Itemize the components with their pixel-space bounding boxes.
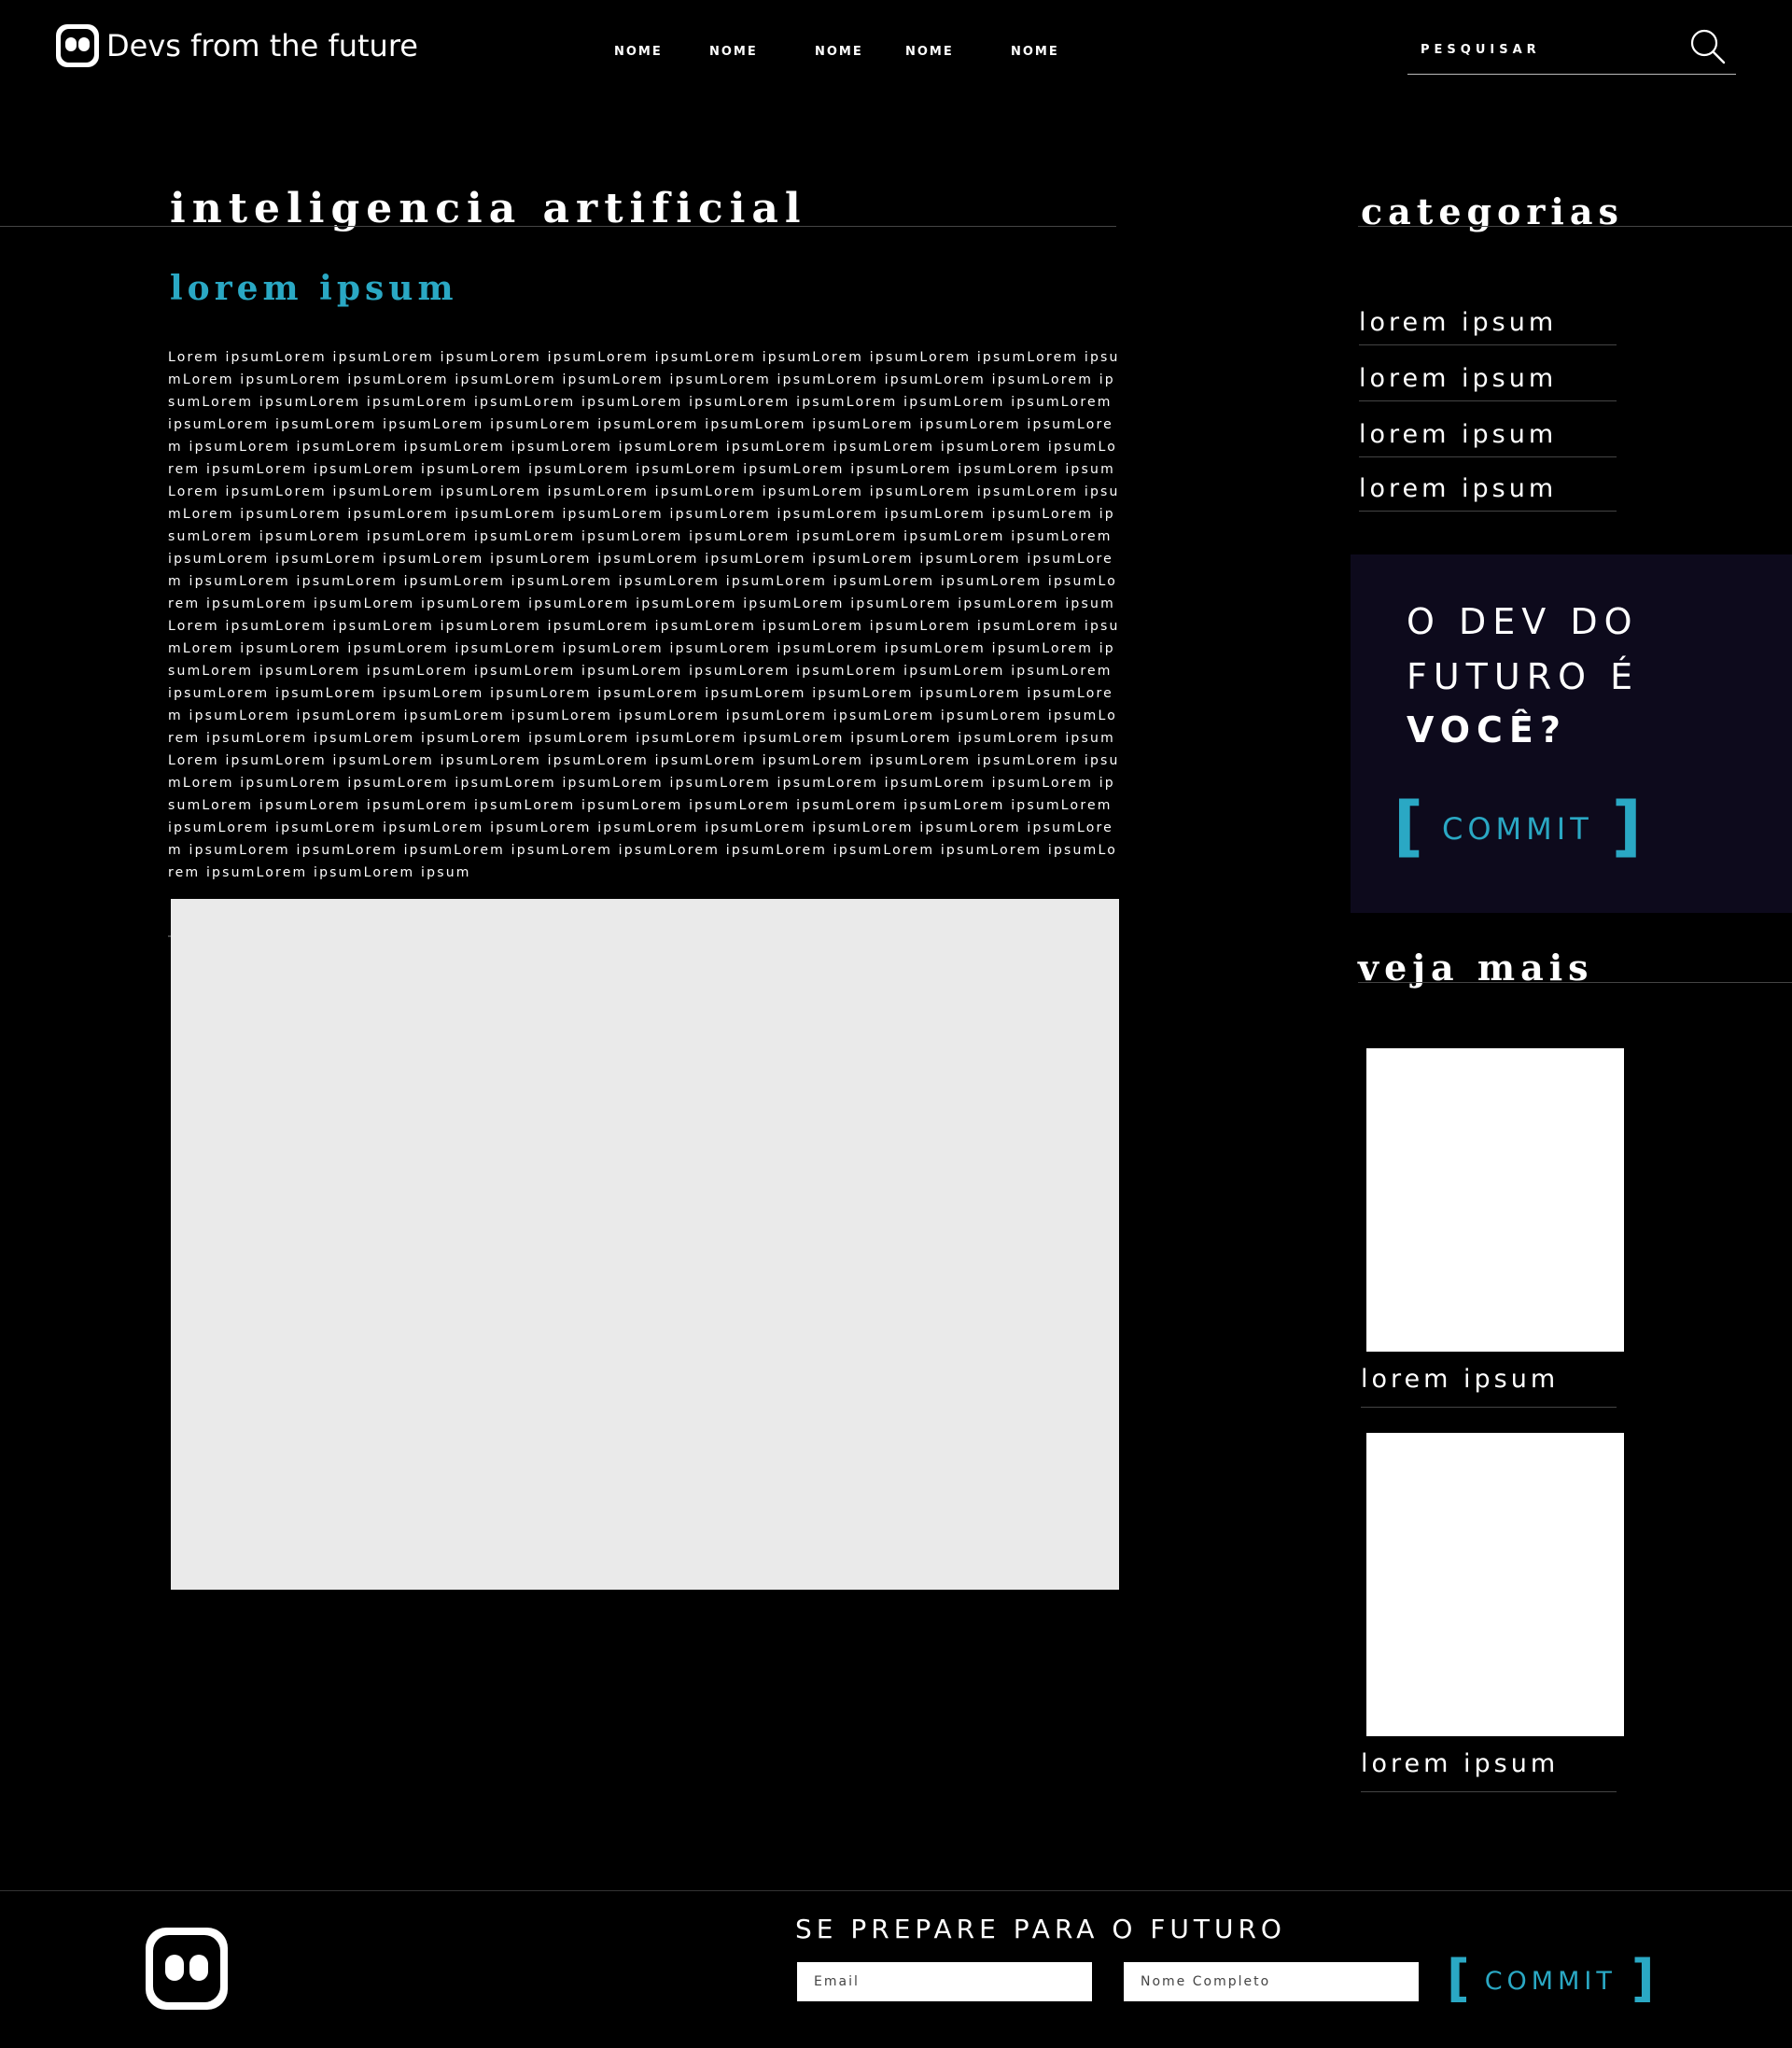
promo-commit-label: COMMIT [1442,811,1593,847]
full-name-field[interactable] [1124,1962,1419,2001]
more-item-2[interactable]: lorem ipsum [1361,1749,1617,1792]
nav-item-5[interactable]: NOME [1011,45,1059,59]
more-thumbnail-1[interactable] [1366,1048,1624,1352]
article-body: Lorem ipsumLorem ipsumLorem ipsumLorem i… [168,350,1120,880]
article-subtitle: lorem ipsum [170,269,458,308]
category-item-3[interactable]: lorem ipsum [1359,420,1617,457]
more-item-1[interactable]: lorem ipsum [1361,1365,1617,1408]
promo-line-1: O DEV DO [1407,601,1639,642]
bracket-open-icon: [ [1447,1949,1470,2008]
search-input[interactable] [1421,43,1682,57]
more-divider [1358,982,1792,983]
title-divider [0,226,1116,227]
site-header: Devs from the future NOME NOME NOME NOME… [0,0,1792,103]
robot-face-icon [56,24,99,67]
search-icon[interactable] [1689,28,1727,65]
brand-name: Devs from the future [106,28,418,63]
category-item-4[interactable]: lorem ipsum [1359,474,1617,512]
promo-commit-button[interactable]: [ COMMIT ] [1393,788,1642,864]
nav-item-4[interactable]: NOME [905,45,954,59]
category-item-1[interactable]: lorem ipsum [1359,308,1617,345]
nav-item-2[interactable]: NOME [709,45,758,59]
footer-robot-face-icon[interactable] [146,1928,228,2010]
footer-commit-button[interactable]: [ COMMIT ] [1447,1949,1655,2008]
promo-line-2: FUTURO É [1407,656,1640,697]
bracket-close-icon: ] [1631,1949,1655,2008]
promo-box: O DEV DO FUTURO É VOCÊ? [ COMMIT ] [1351,554,1792,913]
more-thumbnail-2[interactable] [1366,1433,1624,1736]
nav-item-3[interactable]: NOME [815,45,863,59]
categories-divider [1358,226,1792,227]
nav-item-1[interactable]: NOME [614,45,663,59]
brand-logo[interactable]: Devs from the future [56,24,418,67]
bracket-open-icon: [ [1393,788,1423,864]
footer-divider [0,1890,1792,1891]
footer-heading: SE PREPARE PARA O FUTURO [795,1914,1286,1944]
category-item-2[interactable]: lorem ipsum [1359,364,1617,401]
search-bar [1407,26,1736,75]
bracket-close-icon: ] [1611,788,1642,864]
email-field[interactable] [797,1962,1092,2001]
article-image-placeholder [171,899,1119,1590]
promo-line-3: VOCÊ? [1407,709,1567,750]
footer-commit-label: COMMIT [1484,1967,1617,1996]
